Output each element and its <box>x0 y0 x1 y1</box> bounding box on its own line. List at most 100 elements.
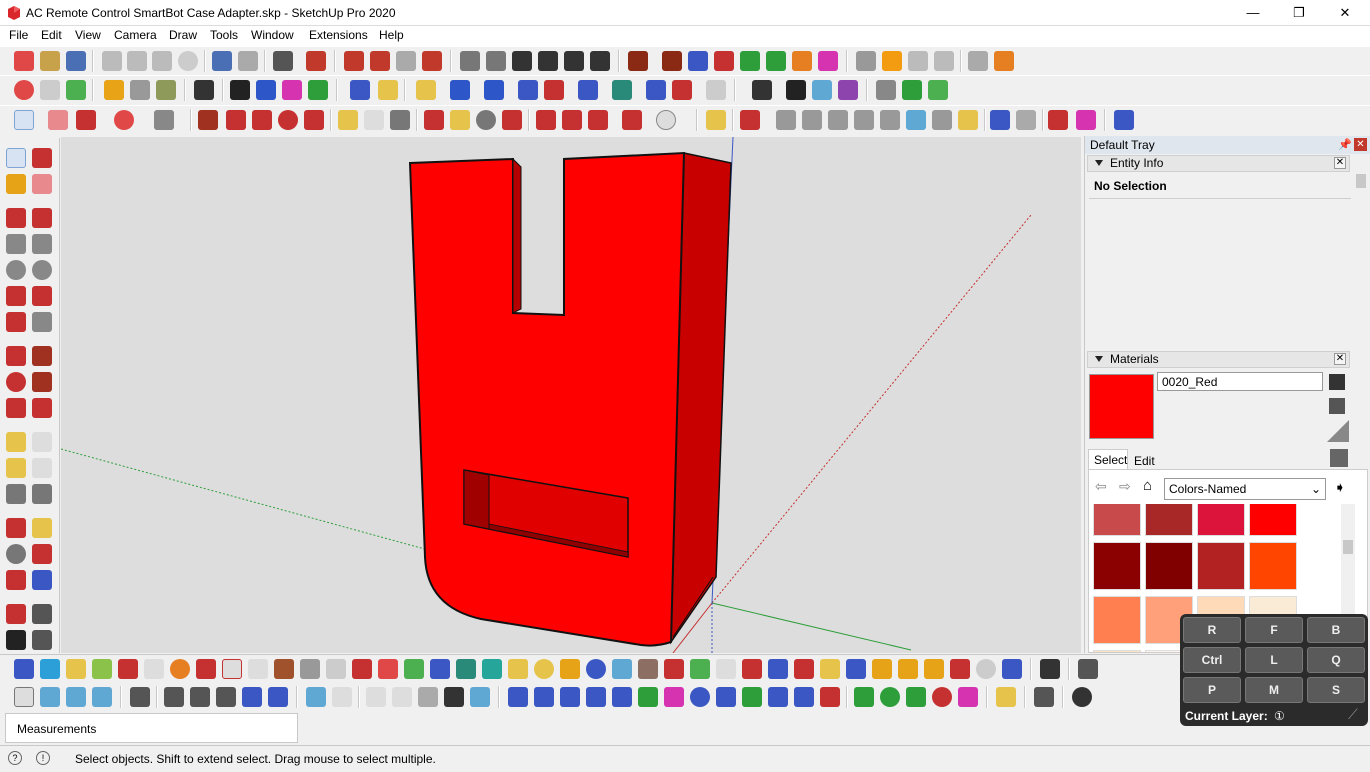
share-model-icon[interactable] <box>370 51 390 71</box>
position-camera-tool-icon[interactable] <box>6 604 26 624</box>
rotate-icon[interactable] <box>278 110 298 130</box>
curve-b12-icon[interactable] <box>794 687 814 707</box>
axes-v-icon[interactable] <box>740 51 760 71</box>
select-arrow-icon[interactable] <box>14 110 34 130</box>
play-icon[interactable] <box>882 51 902 71</box>
resize-grip-icon[interactable]: ⟋ <box>1348 706 1358 723</box>
select-tool-icon[interactable] <box>6 148 26 168</box>
ruby-icon[interactable] <box>622 110 642 130</box>
iso-view-icon[interactable] <box>460 51 480 71</box>
axes-y-icon[interactable] <box>792 51 812 71</box>
group-icon[interactable] <box>130 80 150 100</box>
redo-icon[interactable] <box>238 51 258 71</box>
eye-icon[interactable] <box>812 80 832 100</box>
view-b8-icon[interactable] <box>242 687 262 707</box>
tool-b20-icon[interactable] <box>508 659 528 679</box>
curve-b18-icon[interactable] <box>996 687 1016 707</box>
section-plane-icon[interactable] <box>628 51 648 71</box>
rewind-icon[interactable] <box>934 51 954 71</box>
shield-icon[interactable] <box>876 80 896 100</box>
paint-bucket-icon[interactable] <box>390 110 410 130</box>
entity-info-close-icon[interactable]: ✕ <box>1334 157 1346 169</box>
tape-measure-icon[interactable] <box>338 110 358 130</box>
push-pull-icon[interactable] <box>198 110 218 130</box>
library-select[interactable]: Colors-Named ⌄ <box>1164 478 1326 500</box>
key-s[interactable]: S <box>1307 677 1365 703</box>
follow-me-icon[interactable] <box>226 110 246 130</box>
tool-b22-icon[interactable] <box>560 659 580 679</box>
swatch[interactable] <box>1145 542 1193 590</box>
sandbox-icon[interactable] <box>706 110 726 130</box>
walk-icon[interactable] <box>968 51 988 71</box>
view-b1-icon[interactable] <box>40 687 60 707</box>
curve-b6-icon[interactable] <box>638 687 658 707</box>
swatch[interactable] <box>1197 504 1245 536</box>
fx-icon[interactable] <box>350 80 370 100</box>
material-name-field[interactable] <box>1157 372 1323 391</box>
entity-info-header[interactable]: Entity Info ✕ <box>1087 155 1350 172</box>
paint-tool-icon[interactable] <box>6 174 26 194</box>
arrow-diagonal-icon[interactable] <box>578 80 598 100</box>
curve-blue-icon[interactable] <box>990 110 1010 130</box>
profile-8-icon[interactable] <box>958 110 978 130</box>
profile-3-icon[interactable] <box>828 110 848 130</box>
position-camera-icon[interactable] <box>994 51 1014 71</box>
tool-b30-icon[interactable] <box>768 659 788 679</box>
eraser-tool-icon[interactable] <box>32 174 52 194</box>
back-icon[interactable]: ⇦ <box>1095 478 1107 495</box>
tool-b13-icon[interactable] <box>326 659 346 679</box>
materials-close-icon[interactable]: ✕ <box>1334 353 1346 365</box>
curve-b14-icon[interactable] <box>854 687 874 707</box>
tool-b1-icon[interactable] <box>14 659 34 679</box>
image-icon[interactable] <box>66 80 86 100</box>
tool-b24-icon[interactable] <box>612 659 632 679</box>
details-icon[interactable]: ➧ <box>1334 479 1346 496</box>
profile-1-icon[interactable] <box>776 110 796 130</box>
profile-6-icon[interactable] <box>906 110 926 130</box>
lock-icon[interactable] <box>786 80 806 100</box>
stack-icon[interactable] <box>1078 659 1098 679</box>
gear-icon[interactable] <box>14 80 34 100</box>
profile-5-icon[interactable] <box>880 110 900 130</box>
menu-draw[interactable]: Draw <box>169 28 197 42</box>
menu-file[interactable]: File <box>9 28 28 42</box>
tool-b12-icon[interactable] <box>300 659 320 679</box>
tool-b31-icon[interactable] <box>794 659 814 679</box>
wrench-icon[interactable] <box>906 687 926 707</box>
tray-close-icon[interactable]: ✕ <box>1354 138 1367 151</box>
create-material-icon[interactable] <box>1329 374 1345 390</box>
previous-view-tool-icon[interactable] <box>32 570 52 590</box>
default-material-icon[interactable] <box>1329 398 1345 414</box>
rectangle-tool-icon[interactable] <box>6 234 26 254</box>
print-icon[interactable] <box>273 51 293 71</box>
pen-magenta-icon[interactable] <box>1076 110 1096 130</box>
profile-2-icon[interactable] <box>802 110 822 130</box>
pin-icon[interactable]: 📌 <box>1338 138 1352 152</box>
rotate-blue-icon[interactable] <box>646 80 666 100</box>
component-tool-icon[interactable] <box>32 148 52 168</box>
tool-b10-icon[interactable] <box>248 659 268 679</box>
protractor-tool-icon[interactable] <box>6 458 26 478</box>
swatch[interactable] <box>1249 504 1297 536</box>
swatch[interactable] <box>1093 650 1141 652</box>
tool-b36-icon[interactable] <box>924 659 944 679</box>
menu-tools[interactable]: Tools <box>210 28 238 42</box>
stop-icon[interactable] <box>908 51 928 71</box>
key-b[interactable]: B <box>1307 617 1365 643</box>
new-file-icon[interactable] <box>14 51 34 71</box>
zoom-extents-tool-icon[interactable] <box>6 570 26 590</box>
robot-icon[interactable] <box>1040 659 1060 679</box>
pen-red-icon[interactable] <box>1048 110 1068 130</box>
tool-b7-icon[interactable] <box>170 659 190 679</box>
box-blue-icon[interactable] <box>450 80 470 100</box>
three-point-arc-tool-icon[interactable] <box>6 312 26 332</box>
tape-tool-icon[interactable] <box>6 432 26 452</box>
tool-b5-icon[interactable] <box>118 659 138 679</box>
key-q[interactable]: Q <box>1307 647 1365 673</box>
right-view-icon[interactable] <box>538 51 558 71</box>
tab-edit[interactable]: Edit <box>1130 451 1170 469</box>
colorize-icon[interactable] <box>838 80 858 100</box>
circle-tool-icon[interactable] <box>6 260 26 280</box>
save-icon[interactable] <box>66 51 86 71</box>
scroll-thumb[interactable] <box>1343 540 1353 554</box>
